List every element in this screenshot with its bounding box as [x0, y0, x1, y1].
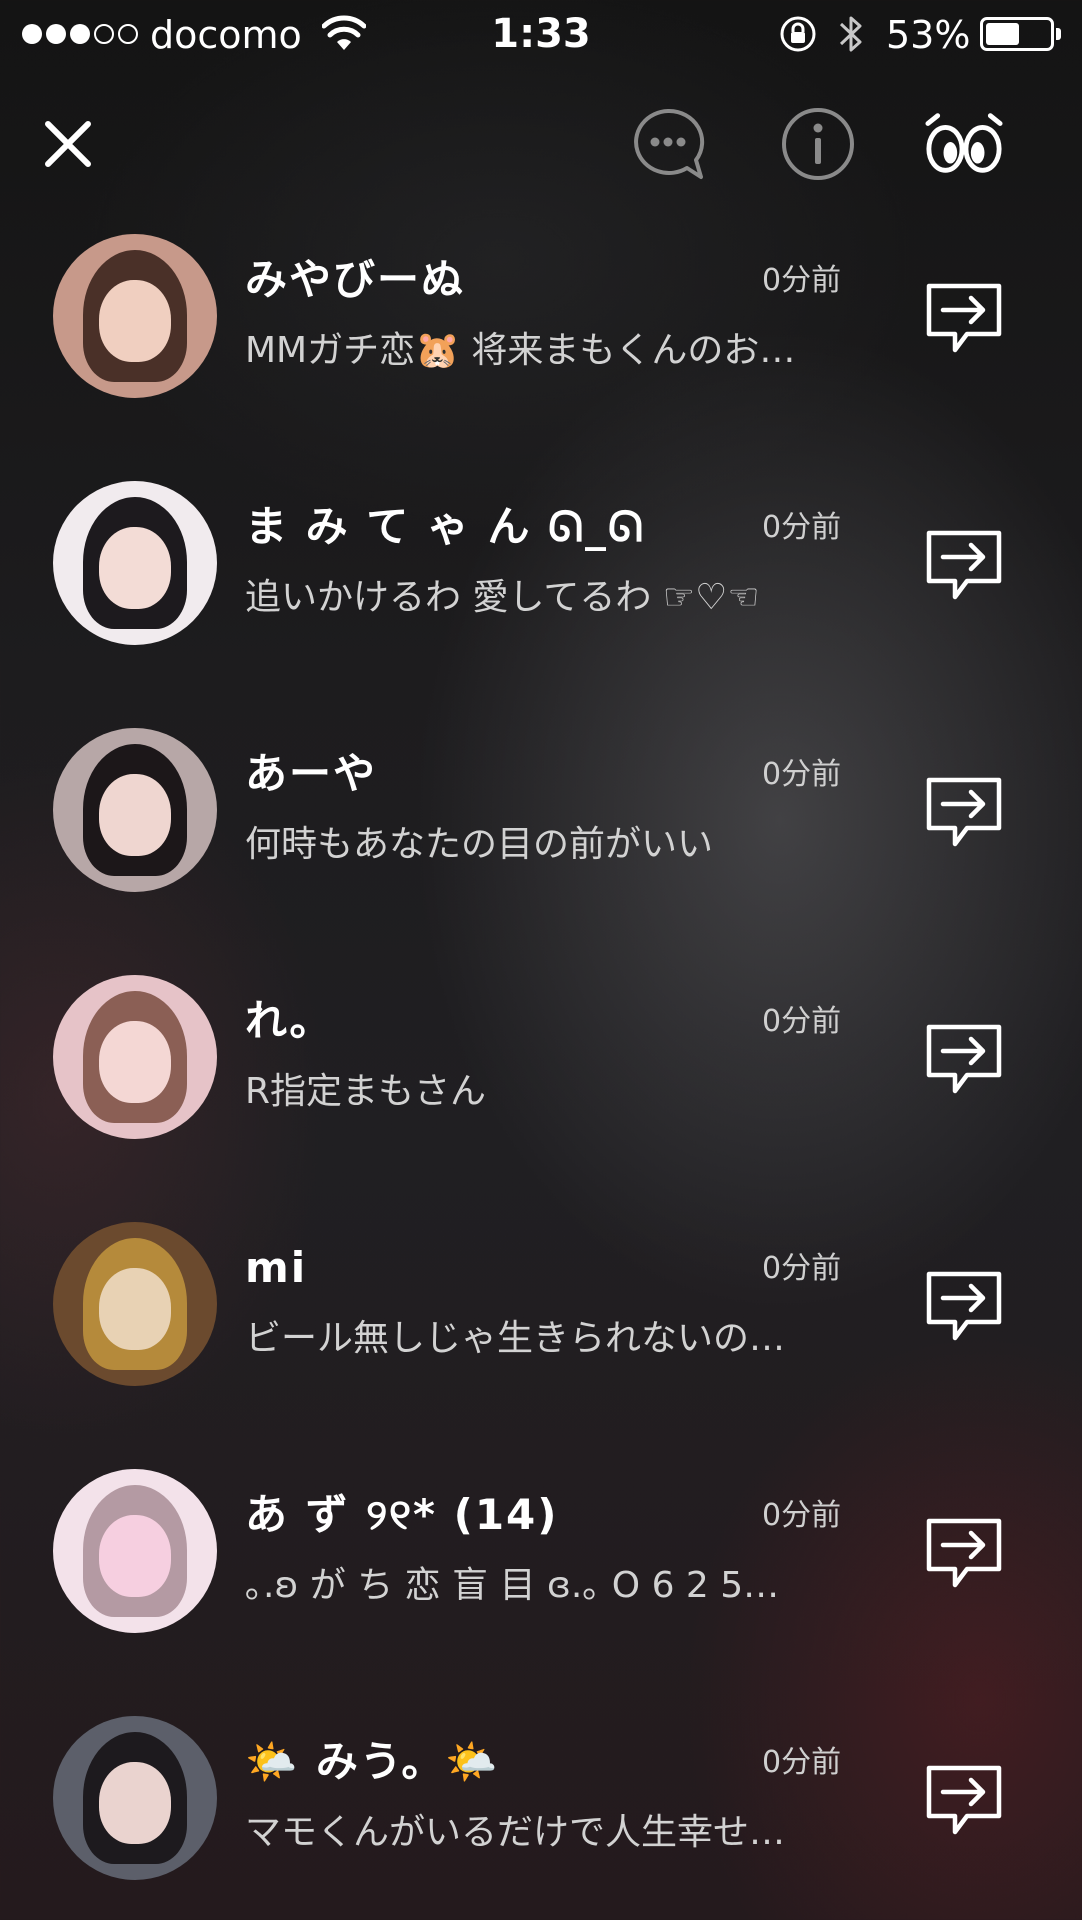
avatar[interactable] [53, 728, 217, 892]
timestamp: 0分前 [762, 510, 842, 545]
timestamp: 0分前 [762, 1498, 842, 1533]
status-bar: docomo 1:33 53% [0, 0, 1082, 70]
timestamp: 0分前 [762, 1004, 842, 1039]
status-message: マモくんがいるだけで人生幸せ… [245, 1812, 786, 1853]
chat-button[interactable] [628, 104, 708, 184]
bluetooth-icon [839, 16, 862, 52]
list-item[interactable]: あ ず ୨୧* (14) 0分前 ｡.ʚ が ち 恋 盲 目 ɞ.｡ O 6 2… [0, 1451, 1082, 1698]
share-button[interactable] [922, 1515, 1006, 1593]
avatar[interactable] [53, 1469, 217, 1633]
status-message: 追いかけるわ 愛してるわ ☞♡☜ [245, 577, 760, 618]
share-arrow-icon [926, 1024, 1002, 1094]
share-button[interactable] [922, 1268, 1006, 1346]
user-name: 🌤️ みう。🌤️ [245, 1737, 500, 1786]
battery-percentage: 53% [886, 13, 971, 57]
user-name: ま み て ゃ ん ᘏ_ᘏ [245, 502, 645, 551]
share-arrow-icon [926, 283, 1002, 353]
list-item[interactable]: あーや 0分前 何時もあなたの目の前がいい [0, 710, 1082, 957]
avatar[interactable] [53, 1222, 217, 1386]
share-arrow-icon [926, 1765, 1002, 1835]
share-arrow-icon [926, 1271, 1002, 1341]
info-icon [782, 108, 854, 180]
user-name: あ ず ୨୧* (14) [245, 1490, 559, 1539]
battery-level-fill [986, 23, 1019, 45]
share-button[interactable] [922, 774, 1006, 852]
share-arrow-icon [926, 530, 1002, 600]
list-item[interactable]: みやびーぬ 0分前 MMガチ恋🐹 将来まもくんのお… [0, 216, 1082, 463]
avatar-face [98, 1020, 172, 1103]
avatar-face [98, 279, 172, 362]
user-name: mi [245, 1243, 308, 1292]
rotation-lock-icon [780, 16, 816, 52]
share-arrow-icon [926, 1518, 1002, 1588]
info-button[interactable] [778, 104, 858, 184]
avatar-face [98, 1514, 172, 1597]
timestamp: 0分前 [762, 757, 842, 792]
status-message: MMガチ恋🐹 将来まもくんのお… [245, 330, 796, 371]
status-message: ビール無しじゃ生きられないの… [245, 1318, 786, 1359]
user-name: みやびーぬ [245, 255, 466, 304]
battery-tip [1056, 28, 1061, 40]
share-button[interactable] [922, 1021, 1006, 1099]
list-item[interactable]: ま み て ゃ ん ᘏ_ᘏ 0分前 追いかけるわ 愛してるわ ☞♡☜ [0, 463, 1082, 710]
list-item[interactable]: れ。 0分前 R指定まもさん [0, 957, 1082, 1204]
battery-icon [980, 17, 1054, 51]
timestamp: 0分前 [762, 263, 842, 298]
close-icon [45, 121, 91, 167]
status-message: 何時もあなたの目の前がいい [245, 824, 714, 865]
avatar[interactable] [53, 234, 217, 398]
avatar[interactable] [53, 481, 217, 645]
status-message: ｡.ʚ が ち 恋 盲 目 ɞ.｡ O 6 2 5… [245, 1565, 780, 1606]
share-arrow-icon [926, 777, 1002, 847]
share-button[interactable] [922, 1762, 1006, 1840]
avatar-face [98, 526, 172, 609]
eyes-icon [925, 113, 1003, 173]
share-button[interactable] [922, 527, 1006, 605]
avatar-face [98, 1761, 172, 1844]
timestamp: 0分前 [762, 1251, 842, 1286]
list-item[interactable]: mi 0分前 ビール無しじゃ生きられないの… [0, 1204, 1082, 1451]
user-list: みやびーぬ 0分前 MMガチ恋🐹 将来まもくんのお… ま み て ゃ ん ᘏ_ᘏ… [0, 216, 1082, 1920]
eyes-button[interactable] [924, 104, 1004, 184]
close-button[interactable] [28, 104, 108, 184]
user-name: あーや [245, 749, 378, 798]
chat-bubble-icon [634, 108, 705, 179]
avatar[interactable] [53, 975, 217, 1139]
avatar[interactable] [53, 1716, 217, 1880]
share-button[interactable] [922, 280, 1006, 358]
avatar-face [98, 1267, 172, 1350]
list-item[interactable]: 🌤️ みう。🌤️ 0分前 マモくんがいるだけで人生幸せ… [0, 1698, 1082, 1920]
avatar-face [98, 773, 172, 856]
status-message: R指定まもさん [245, 1071, 487, 1112]
timestamp: 0分前 [762, 1745, 842, 1780]
user-name: れ。 [245, 996, 334, 1045]
